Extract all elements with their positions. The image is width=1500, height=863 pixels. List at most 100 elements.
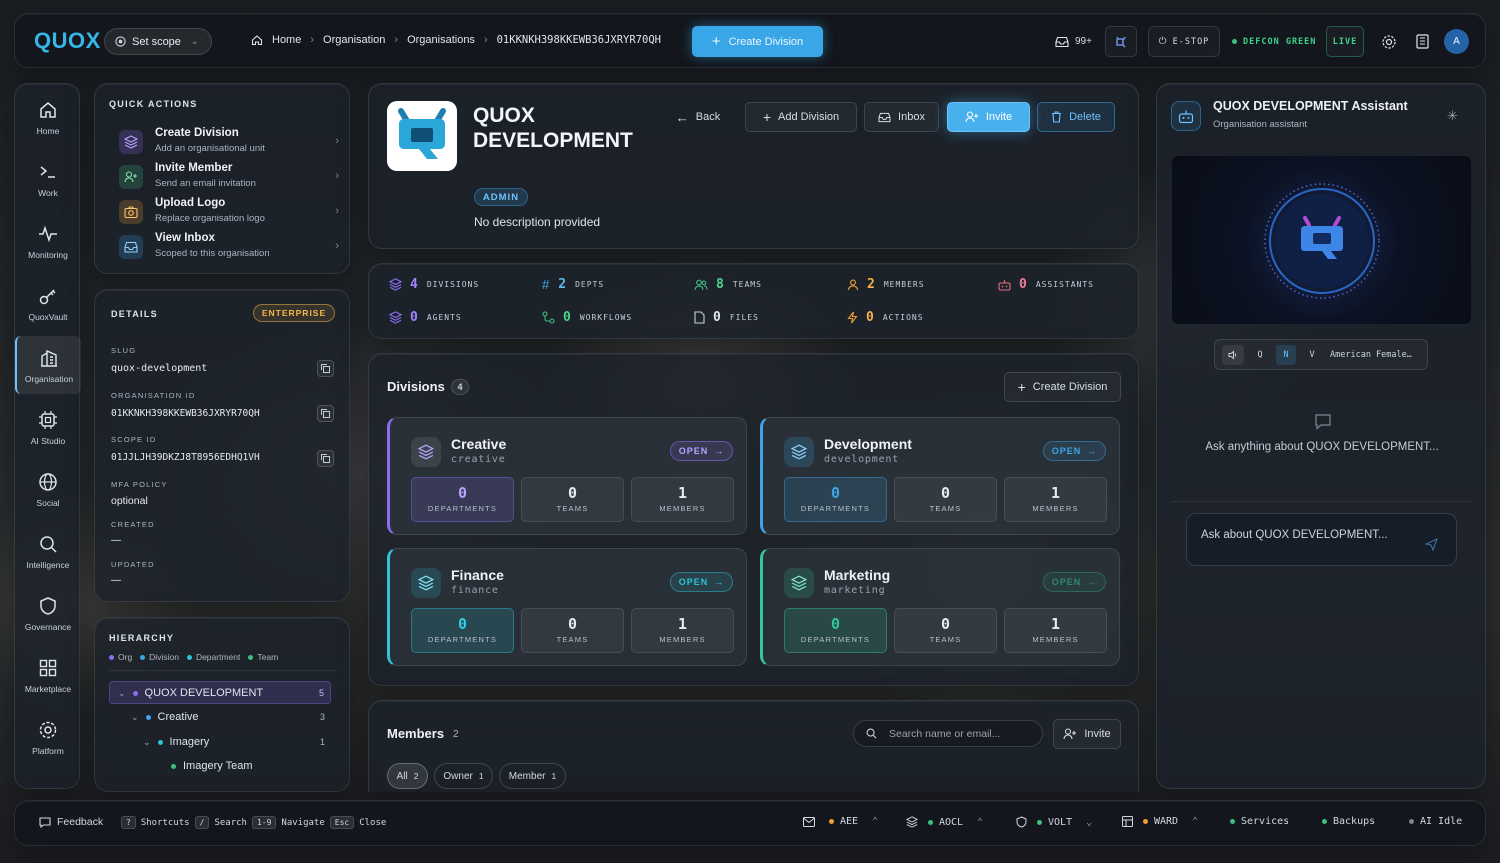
breadcrumb-home[interactable]: Home (272, 34, 301, 46)
sidebar-item-home[interactable]: Home (15, 88, 81, 146)
sidebar-item-quoxvault[interactable]: QuoxVault (15, 274, 81, 332)
open-division-button[interactable]: OPEN → (1043, 572, 1106, 592)
status-volt[interactable]: VOLT ⌄ (1016, 816, 1092, 828)
delete-button[interactable]: Delete (1037, 102, 1115, 132)
sidebar-item-label: QuoxVault (28, 312, 68, 322)
voice-key-v[interactable]: V (1302, 345, 1322, 365)
open-division-button[interactable]: OPEN → (1043, 441, 1106, 461)
copy-org-id-button[interactable] (317, 405, 334, 422)
division-card-development[interactable]: Development development OPEN → 0 DEPARTMEN… (760, 417, 1120, 535)
status-services[interactable]: Services (1230, 816, 1289, 827)
metric-label: TEAMS (929, 635, 962, 644)
breadcrumb-organisation[interactable]: Organisation (323, 34, 385, 46)
kbd-key: 1-9 (251, 816, 277, 829)
open-division-button[interactable]: OPEN → (670, 572, 733, 592)
settings-button[interactable] (1381, 26, 1397, 57)
layers-icon (389, 311, 402, 324)
send-icon[interactable] (1425, 538, 1438, 551)
feedback-button[interactable]: Feedback (39, 816, 103, 828)
quick-action-create-division[interactable]: Create Division Add an organisational un… (119, 127, 339, 161)
inbox-button[interactable]: Inbox (864, 102, 939, 132)
live-badge[interactable]: LIVE (1326, 26, 1364, 57)
open-division-button[interactable]: OPEN → (670, 441, 733, 461)
voice-key-q[interactable]: Q (1250, 345, 1270, 365)
stat-value: 0 (713, 310, 722, 325)
quick-actions-panel: QUICK ACTIONS Create Division Add an org… (94, 83, 350, 274)
avatar[interactable]: A (1444, 29, 1469, 54)
quox-icon-button[interactable] (1105, 26, 1137, 57)
sidebar-item-ai-studio[interactable]: AI Studio (15, 398, 81, 456)
back-button[interactable]: ← Back (663, 102, 733, 132)
status-aocl[interactable]: AOCL ⌃ (906, 816, 983, 828)
sidebar: Home Work Monitoring QuoxVault Organisat… (14, 83, 81, 789)
docs-button[interactable] (1416, 26, 1429, 57)
quick-action-view-inbox[interactable]: View Inbox Scoped to this organisation › (119, 232, 339, 266)
tree-node-department[interactable]: ⌄ Imagery 1 (109, 731, 331, 753)
tree-node-org[interactable]: ⌄ QUOX DEVELOPMENT 5 (109, 681, 331, 704)
status-backups[interactable]: Backups (1322, 816, 1375, 827)
tree-node-team[interactable]: Imagery Team (109, 755, 331, 777)
inbox-button[interactable]: 99+ (1055, 26, 1092, 57)
division-card-finance[interactable]: Finance finance OPEN → 0 DEPARTMENTS 0 TEAM… (387, 548, 747, 666)
sidebar-item-label: Monitoring (28, 250, 68, 260)
status-ward[interactable]: WARD ⌃ (1122, 816, 1198, 827)
scope-id-value: 01JJLJH39DKZJ8T8956EDHQ1VH (111, 452, 260, 463)
sidebar-item-monitoring[interactable]: Monitoring (15, 212, 81, 270)
scope-id-label: SCOPE ID (111, 435, 157, 444)
quick-action-upload-logo[interactable]: Upload Logo Replace organisation logo › (119, 197, 339, 231)
division-card-creative[interactable]: Creative creative OPEN → 0 DEPARTMENTS 0 TE… (387, 417, 747, 535)
top-bar: QUOX Set scope ⌄ Home › Organisation › O… (14, 13, 1486, 68)
quick-action-title: Upload Logo (155, 197, 226, 209)
sidebar-item-marketplace[interactable]: Marketplace (15, 646, 81, 704)
metric-departments: 0 DEPARTMENTS (411, 477, 514, 522)
sidebar-item-social[interactable]: Social (15, 460, 81, 518)
invite-button[interactable]: Invite (947, 102, 1030, 132)
create-division-button[interactable]: + Create Division (692, 26, 823, 57)
division-card-marketing[interactable]: Marketing marketing OPEN → 0 DEPARTMENTS 0… (760, 548, 1120, 666)
set-scope-button[interactable]: Set scope ⌄ (104, 28, 212, 55)
inbox-icon (878, 112, 891, 123)
voice-key-n[interactable]: N (1276, 344, 1296, 365)
assistant-input[interactable]: Ask about QUOX DEVELOPMENT... (1186, 513, 1457, 566)
estop-button[interactable]: ⏻ E-STOP (1148, 26, 1220, 57)
voice-select[interactable]: American Female… (1330, 350, 1412, 360)
stat-label: AGENTS (426, 313, 462, 322)
create-division-button[interactable]: + Create Division (1004, 372, 1121, 402)
quick-action-invite-member[interactable]: Invite Member Send an email invitation › (119, 162, 339, 196)
inbox-icon (1055, 36, 1069, 48)
sidebar-item-intelligence[interactable]: Intelligence (15, 522, 81, 580)
sidebar-item-work[interactable]: Work (15, 150, 81, 208)
filter-member[interactable]: Member 1 (499, 763, 566, 789)
chevron-down-icon: ⌄ (118, 687, 126, 698)
copy-slug-button[interactable] (317, 360, 334, 377)
assistant-subtitle: Organisation assistant (1213, 119, 1307, 130)
updated-value: — (111, 575, 121, 586)
tree-node-division[interactable]: ⌄ Creative 3 (109, 706, 331, 728)
chevron-down-icon: ⌄ (143, 736, 151, 747)
invite-member-button[interactable]: Invite (1053, 719, 1121, 749)
inbox-count: 99+ (1075, 36, 1092, 47)
speaker-icon[interactable] (1222, 344, 1244, 365)
status-label: AEE (840, 816, 859, 827)
open-label: OPEN (678, 446, 709, 456)
filter-owner[interactable]: Owner 1 (434, 763, 493, 789)
hierarchy-panel: HIERARCHY Org Division Department Team ⌄… (94, 617, 350, 792)
logo[interactable]: QUOX (34, 28, 101, 54)
sparkle-icon[interactable]: ✳ (1447, 108, 1458, 124)
sidebar-item-platform[interactable]: Platform (15, 708, 81, 766)
slug-label: SLUG (111, 346, 137, 355)
sidebar-item-governance[interactable]: Governance (15, 584, 81, 642)
slug-value: quox-development (111, 363, 208, 374)
open-label: OPEN (678, 577, 709, 587)
member-search-input[interactable]: Search name or email... (853, 720, 1043, 747)
copy-scope-id-button[interactable] (317, 450, 334, 467)
org-logo[interactable] (387, 101, 457, 171)
sidebar-item-organisation[interactable]: Organisation (15, 336, 81, 394)
create-division-label: Create Division (728, 35, 804, 48)
breadcrumb-organisations[interactable]: Organisations (407, 34, 475, 46)
status-aee[interactable]: AEE ⌃ (803, 816, 878, 827)
stat-files: 0 FILES (694, 310, 759, 325)
filter-all[interactable]: All 2 (387, 763, 428, 789)
status-ai-idle[interactable]: AI Idle (1409, 816, 1462, 827)
add-division-button[interactable]: + Add Division (745, 102, 857, 132)
